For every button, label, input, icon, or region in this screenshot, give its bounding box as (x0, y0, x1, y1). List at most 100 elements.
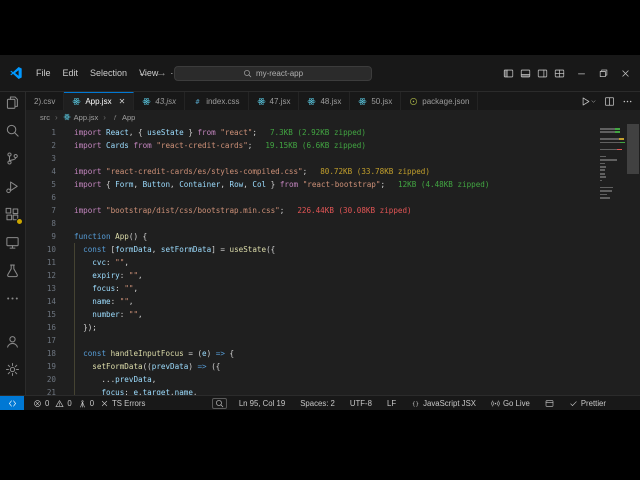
breadcrumb-label: src (40, 113, 50, 122)
menu-item-selection[interactable]: Selection (84, 65, 133, 81)
status-cursor-position[interactable]: Ln 95, Col 19 (236, 396, 288, 410)
more-actions-button[interactable] (622, 96, 633, 107)
line-number: 4 (26, 165, 56, 178)
line-number: 1 (26, 126, 56, 139)
check-icon (569, 399, 578, 408)
breadcrumb-item-src[interactable]: src (40, 113, 50, 122)
files-icon (5, 95, 20, 110)
letterbox-bottom (0, 410, 640, 480)
line-number: 6 (26, 191, 56, 204)
minimap-line (600, 159, 617, 161)
activity-item-more-views[interactable] (5, 291, 20, 306)
browser-icon (545, 399, 554, 408)
close-window-button[interactable] (619, 67, 632, 80)
status-problems-errors[interactable]: 0 (30, 396, 52, 410)
status-label: UTF-8 (350, 399, 372, 408)
split-editor-button[interactable] (604, 96, 615, 107)
status-search-toggle[interactable] (212, 398, 227, 409)
minimap-line (600, 163, 605, 165)
code-line: 5import { Form, Button, Container, Row, … (26, 178, 640, 191)
status-ports[interactable]: 0 (75, 396, 97, 410)
status-label: JavaScript JSX (423, 399, 476, 408)
status-label: TS Errors (112, 399, 145, 408)
scrollbar-thumb[interactable] (627, 124, 639, 174)
status-language-mode[interactable]: {} JavaScript JSX (408, 396, 479, 410)
customize-layout-icon[interactable] (553, 67, 566, 80)
status-label: Spaces: 2 (300, 399, 335, 408)
tab-43-jsx[interactable]: 43.jsx (134, 92, 185, 110)
tab-47-jsx[interactable]: 47.jsx (249, 92, 300, 110)
minimap[interactable] (598, 124, 626, 395)
search-icon (243, 69, 252, 78)
css-icon: # (193, 97, 202, 106)
tab-48-jsx[interactable]: 48.jsx (299, 92, 350, 110)
breadcrumb-item-app-jsx[interactable]: App.jsx (63, 113, 99, 122)
minimize-button[interactable] (575, 67, 588, 80)
import-cost-annotation: 80.72KB (33.78KB zipped) (320, 167, 430, 176)
toggle-panel-icon[interactable] (519, 67, 532, 80)
status-go-live[interactable]: Go Live (488, 396, 533, 410)
react-icon (142, 97, 151, 106)
ellipsis-icon (622, 96, 633, 107)
code-text: focus: e.target.name, (56, 386, 198, 395)
menu-item-edit[interactable]: Edit (57, 65, 85, 81)
status-remote-indicator[interactable] (0, 396, 24, 410)
close-tab-icon[interactable]: ✕ (119, 98, 126, 106)
json-icon (409, 97, 418, 106)
code-text: setFormData((prevData) => ({ (56, 360, 220, 373)
activity-item-explorer[interactable] (5, 95, 20, 110)
activity-item-accounts[interactable] (5, 334, 20, 349)
breadcrumb-item-app[interactable]: fApp (111, 113, 135, 122)
breadcrumb-label: App.jsx (74, 113, 99, 122)
code-line: 1import React, { useState } from "react"… (26, 126, 640, 139)
activity-item-settings[interactable] (5, 362, 20, 377)
code-text: cvc: "", (56, 256, 129, 269)
status-browser-preview[interactable] (542, 396, 557, 410)
react-icon (307, 97, 316, 106)
menu-item-file[interactable]: File (30, 65, 57, 81)
code-text: import "react-credit-cards/es/styles-com… (56, 165, 430, 178)
line-number: 13 (26, 282, 56, 295)
status-ts-errors[interactable]: TS Errors (97, 396, 148, 410)
tab-index-css[interactable]: #index.css (185, 92, 248, 110)
search-icon (215, 399, 224, 408)
activity-item-remote-explorer[interactable] (5, 235, 20, 250)
minimap-line (600, 176, 606, 178)
activity-item-search[interactable] (5, 123, 20, 138)
forward-arrow-icon[interactable]: → (156, 68, 167, 79)
activity-item-source-control[interactable] (5, 151, 20, 166)
svg-text:{}: {} (412, 401, 419, 407)
back-arrow-icon[interactable]: ← (138, 68, 149, 79)
react-icon (63, 113, 71, 121)
status-problems-warnings[interactable]: 0 (52, 396, 74, 410)
tab-app-jsx[interactable]: App.jsx✕ (64, 92, 134, 110)
activity-item-run-and-debug[interactable] (5, 179, 20, 194)
code-text: name: "", (56, 295, 133, 308)
status-eol[interactable]: LF (384, 396, 399, 410)
remote-icon (8, 399, 17, 408)
warning-icon (55, 399, 64, 408)
line-number: 3 (26, 152, 56, 165)
run-file-button[interactable] (580, 96, 597, 107)
toggle-sidebar-left-icon[interactable] (502, 67, 515, 80)
line-number: 7 (26, 204, 56, 217)
restore-button[interactable] (597, 67, 610, 80)
command-center-search[interactable]: my-react-app (174, 66, 372, 81)
status-prettier[interactable]: Prettier (566, 396, 609, 410)
code-line: 3 (26, 152, 640, 165)
code-text: ...prevData, (56, 373, 156, 386)
tab-2-csv[interactable]: 2).csv (26, 92, 64, 110)
activity-item-testing[interactable] (5, 263, 20, 278)
activity-item-extensions[interactable] (5, 207, 20, 222)
scrollbar[interactable] (626, 124, 640, 395)
status-indentation[interactable]: Spaces: 2 (297, 396, 338, 410)
tab-50-jsx[interactable]: 50.jsx (350, 92, 401, 110)
close-icon (100, 399, 109, 408)
tab-package-json[interactable]: package.json (401, 92, 478, 110)
code-text: focus: "", (56, 282, 138, 295)
status-notifications[interactable] (618, 396, 633, 410)
toggle-sidebar-right-icon[interactable] (536, 67, 549, 80)
status-encoding[interactable]: UTF-8 (347, 396, 375, 410)
code-editor[interactable]: 1import React, { useState } from "react"… (26, 124, 640, 395)
minimap-line (600, 194, 607, 196)
